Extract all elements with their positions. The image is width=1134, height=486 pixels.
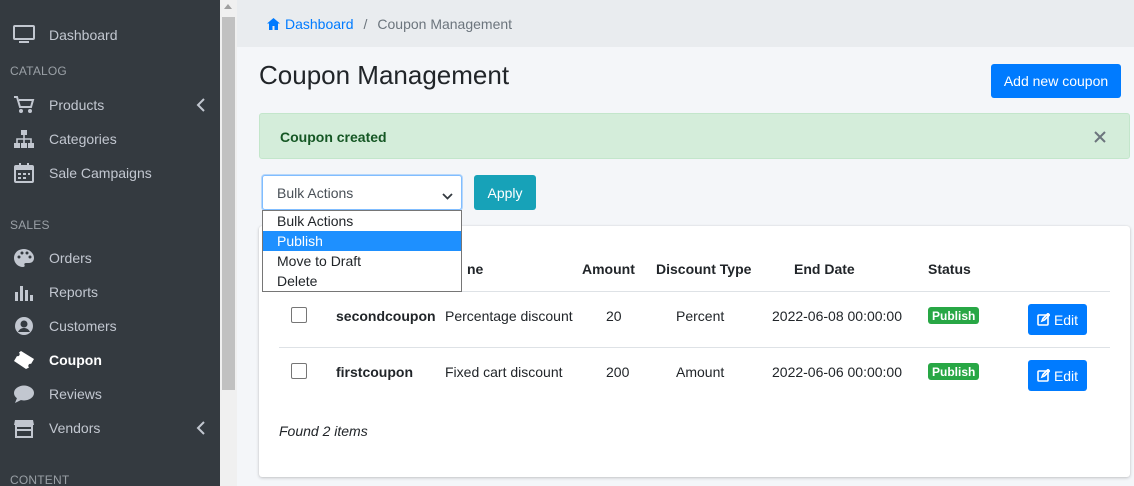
sidebar-item-label: Orders xyxy=(49,250,92,266)
sidebar-item-dashboard[interactable]: Dashboard xyxy=(0,19,220,51)
edit-label: Edit xyxy=(1053,367,1079,384)
coupon-name: Percentage discount xyxy=(445,308,573,324)
sidebar-item-label: Vendors xyxy=(49,420,101,436)
bulk-actions-dropdown[interactable]: Bulk Actions Publish Move to Draft Delet… xyxy=(262,210,462,292)
sidebar-item-label: Categories xyxy=(49,131,117,147)
sidebar-item-orders[interactable]: Orders xyxy=(0,242,220,274)
edit-icon xyxy=(1037,369,1050,382)
success-alert: Coupon created xyxy=(259,113,1130,159)
sitemap-icon xyxy=(12,129,36,149)
dropdown-option-move-to-draft[interactable]: Move to Draft xyxy=(263,251,461,271)
edit-button[interactable]: Edit xyxy=(1028,360,1087,391)
edit-icon xyxy=(1037,313,1050,326)
sidebar-scrollbar[interactable] xyxy=(220,0,237,486)
sidebar-item-sale-campaigns[interactable]: Sale Campaigns xyxy=(0,157,220,189)
edit-label: Edit xyxy=(1053,311,1079,328)
row-checkbox[interactable] xyxy=(291,307,307,323)
status-badge: Publish xyxy=(928,307,980,324)
coupon-amount: 200 xyxy=(606,364,630,380)
sidebar-header-sales: SALES xyxy=(10,218,50,232)
sidebar-item-reviews[interactable]: Reviews xyxy=(0,378,220,410)
column-header-amount[interactable]: Amount xyxy=(582,261,635,277)
sidebar-item-categories[interactable]: Categories xyxy=(0,123,220,155)
chevron-left-icon xyxy=(196,98,208,112)
breadcrumb-home-label: Dashboard xyxy=(285,15,354,32)
scroll-thumb[interactable] xyxy=(222,17,235,390)
coupon-discount-type: Amount xyxy=(676,364,725,380)
bulk-actions-select[interactable]: Bulk Actions xyxy=(262,175,462,210)
column-header-name[interactable]: ne xyxy=(467,261,483,277)
breadcrumb-current: Coupon Management xyxy=(377,15,513,32)
coupon-amount: 20 xyxy=(606,308,622,324)
column-header-discount-type[interactable]: Discount Type xyxy=(656,261,751,277)
home-icon xyxy=(267,17,280,30)
monitor-icon xyxy=(12,25,36,45)
row-divider xyxy=(279,347,1110,348)
scroll-up-arrow-icon[interactable] xyxy=(224,4,232,9)
comment-icon xyxy=(12,384,36,404)
column-header-end-date[interactable]: End Date xyxy=(794,261,855,277)
bulk-actions-value: Bulk Actions xyxy=(277,184,354,201)
dropdown-option-publish[interactable]: Publish xyxy=(263,231,461,251)
column-header-status[interactable]: Status xyxy=(928,261,971,277)
store-icon xyxy=(12,418,36,438)
results-count: Found 2 items xyxy=(279,423,368,439)
coupon-discount-type: Percent xyxy=(676,308,725,324)
sidebar-item-label: Reports xyxy=(49,284,99,300)
sidebar-item-label: Products xyxy=(49,97,105,113)
bar-chart-icon xyxy=(12,282,36,302)
sidebar-header-content: CONTENT xyxy=(10,473,70,486)
add-new-coupon-button[interactable]: Add new coupon xyxy=(991,64,1121,98)
breadcrumb: Dashboard / Coupon Management xyxy=(237,0,1134,47)
row-checkbox[interactable] xyxy=(291,363,307,379)
edit-button[interactable]: Edit xyxy=(1028,304,1087,335)
sidebar-item-coupon[interactable]: Coupon xyxy=(0,344,220,376)
sidebar-item-products[interactable]: Products xyxy=(0,89,220,121)
sidebar-item-label: Coupon xyxy=(49,352,102,368)
sidebar-header-catalog: CATALOG xyxy=(10,64,67,78)
status-badge: Publish xyxy=(928,363,980,380)
dropdown-option-delete[interactable]: Delete xyxy=(263,271,461,291)
sidebar-item-vendors[interactable]: Vendors xyxy=(0,412,220,444)
sidebar-item-label: Dashboard xyxy=(49,27,118,43)
coupon-end-date: 2022-06-06 00:00:00 xyxy=(772,364,902,380)
apply-button[interactable]: Apply xyxy=(474,175,536,210)
close-icon[interactable] xyxy=(1093,130,1107,144)
palette-icon xyxy=(12,248,36,268)
sidebar: Dashboard CATALOG Products Categories Sa… xyxy=(0,0,220,486)
page-title: Coupon Management xyxy=(259,60,510,90)
breadcrumb-home-link[interactable]: Dashboard xyxy=(267,16,354,32)
ticket-icon xyxy=(12,350,36,370)
user-circle-icon xyxy=(12,316,36,336)
chevron-left-icon xyxy=(196,421,208,435)
cart-icon xyxy=(12,95,36,115)
alert-message: Coupon created xyxy=(280,129,387,145)
chevron-down-icon xyxy=(442,188,453,200)
sidebar-item-label: Customers xyxy=(49,318,117,334)
calendar-icon xyxy=(12,163,36,183)
sidebar-item-reports[interactable]: Reports xyxy=(0,276,220,308)
sidebar-item-label: Sale Campaigns xyxy=(49,165,152,181)
coupon-name: Fixed cart discount xyxy=(445,364,563,380)
breadcrumb-separator: / xyxy=(363,15,368,32)
dropdown-option-bulk-actions[interactable]: Bulk Actions xyxy=(263,211,461,231)
coupon-code: firstcoupon xyxy=(336,364,413,380)
coupon-code: secondcoupon xyxy=(336,308,436,324)
coupon-end-date: 2022-06-08 00:00:00 xyxy=(772,308,902,324)
sidebar-item-label: Reviews xyxy=(49,386,102,402)
sidebar-item-customers[interactable]: Customers xyxy=(0,310,220,342)
